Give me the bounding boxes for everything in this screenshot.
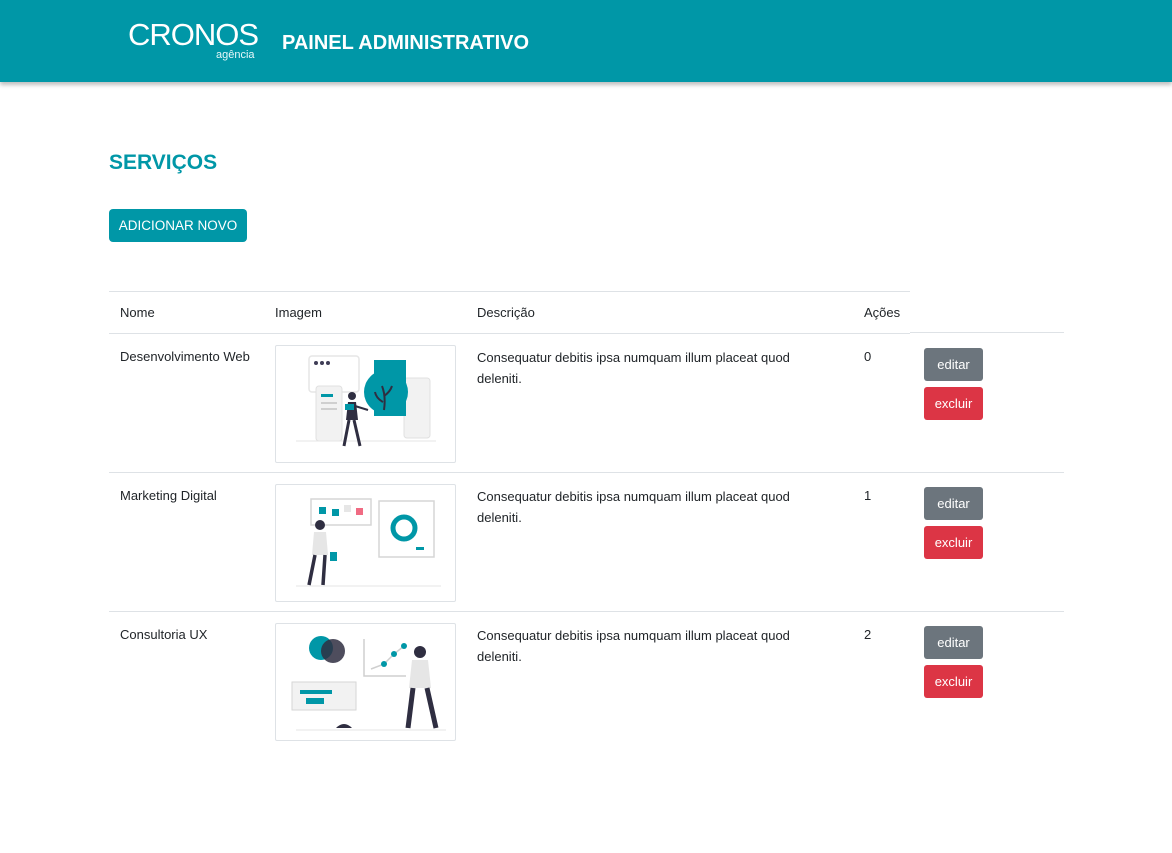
edit-button[interactable]: editar bbox=[924, 487, 983, 520]
table-row: Consultoria UX Consequatur debitis ipsa … bbox=[109, 612, 1064, 750]
logo-text: CRONOS bbox=[128, 17, 259, 52]
service-order: 1 bbox=[864, 488, 872, 503]
column-header-image: Imagem bbox=[275, 305, 322, 320]
cronos-logo[interactable]: CRONOS agência bbox=[128, 18, 268, 64]
services-table: Nome Imagem Descrição Ações Desenvolvime… bbox=[109, 291, 1064, 750]
top-navbar: CRONOS agência PAINEL ADMINISTRATIVO bbox=[0, 0, 1172, 82]
add-new-button[interactable]: ADICIONAR NOVO bbox=[109, 209, 247, 242]
table-row: Desenvolvimento Web Consequatur debitis … bbox=[109, 334, 1064, 473]
service-name: Marketing Digital bbox=[120, 488, 217, 503]
table-header: Nome Imagem Descrição Ações bbox=[109, 291, 910, 334]
logo-subtext: agência bbox=[216, 49, 255, 61]
web-development-illustration-icon bbox=[275, 345, 456, 463]
table-row: Marketing Digital Consequatur debitis ip… bbox=[109, 473, 1064, 612]
delete-button[interactable]: excluir bbox=[924, 665, 983, 698]
ux-consulting-illustration-icon bbox=[275, 623, 456, 741]
column-header-actions: Ações bbox=[864, 305, 901, 320]
column-header-name: Nome bbox=[120, 305, 155, 320]
delete-button[interactable]: excluir bbox=[924, 526, 983, 559]
service-order: 2 bbox=[864, 627, 872, 642]
service-description: Consequatur debitis ipsa numquam illum p… bbox=[477, 628, 790, 664]
edit-button[interactable]: editar bbox=[924, 626, 983, 659]
service-name: Consultoria UX bbox=[120, 627, 208, 642]
digital-marketing-illustration-icon bbox=[275, 484, 456, 602]
service-order: 0 bbox=[864, 349, 872, 364]
service-description: Consequatur debitis ipsa numquam illum p… bbox=[477, 489, 790, 525]
service-description: Consequatur debitis ipsa numquam illum p… bbox=[477, 350, 790, 386]
column-header-description: Descrição bbox=[477, 305, 535, 320]
delete-button[interactable]: excluir bbox=[924, 387, 983, 420]
header-divider bbox=[910, 332, 1064, 333]
service-name: Desenvolvimento Web bbox=[120, 349, 250, 364]
edit-button[interactable]: editar bbox=[924, 348, 983, 381]
panel-title: PAINEL ADMINISTRATIVO bbox=[282, 32, 530, 54]
page-title: SERVIÇOS bbox=[109, 151, 218, 174]
